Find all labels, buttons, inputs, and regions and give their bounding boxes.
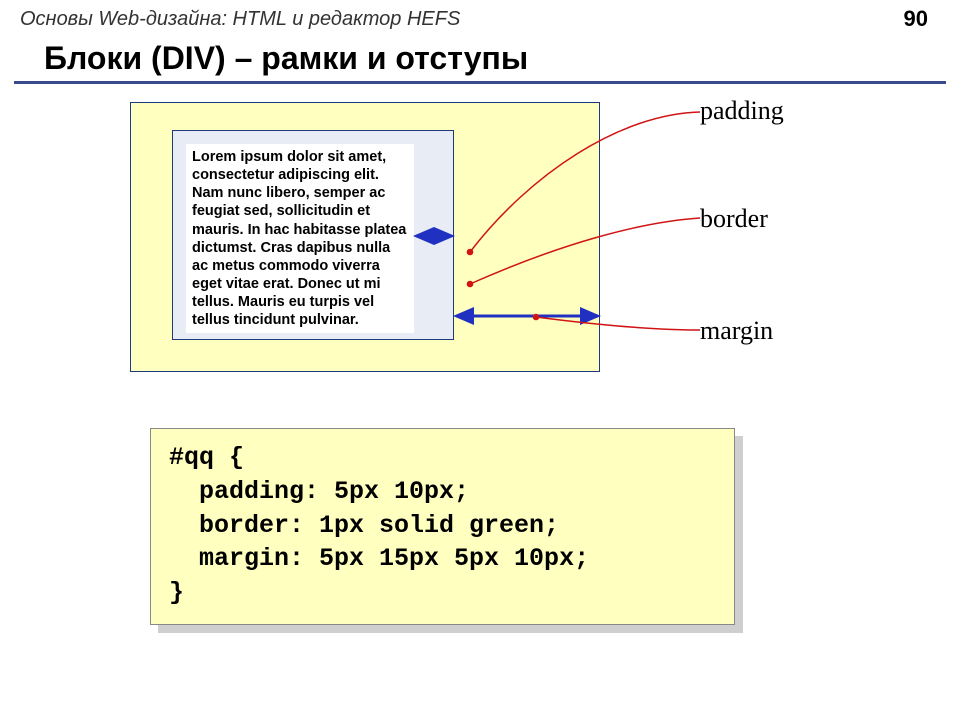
header-subject: Основы Web-дизайна: HTML и редактор HEFS — [20, 8, 460, 31]
label-border: border — [700, 204, 768, 234]
label-padding: padding — [700, 96, 784, 126]
code-block: #qq { padding: 5px 10px; border: 1px sol… — [150, 428, 735, 625]
page-number: 90 — [904, 6, 940, 32]
content-box: Lorem ipsum dolor sit amet, consectetur … — [186, 144, 414, 333]
code-sample: #qq { padding: 5px 10px; border: 1px sol… — [150, 428, 735, 625]
label-margin: margin — [700, 316, 773, 346]
header-bar: Основы Web-дизайна: HTML и редактор HEFS… — [0, 0, 960, 34]
slide-title: Блоки (DIV) – рамки и отступы — [0, 34, 960, 81]
box-model-diagram: Lorem ipsum dolor sit amet, consectetur … — [0, 84, 960, 394]
